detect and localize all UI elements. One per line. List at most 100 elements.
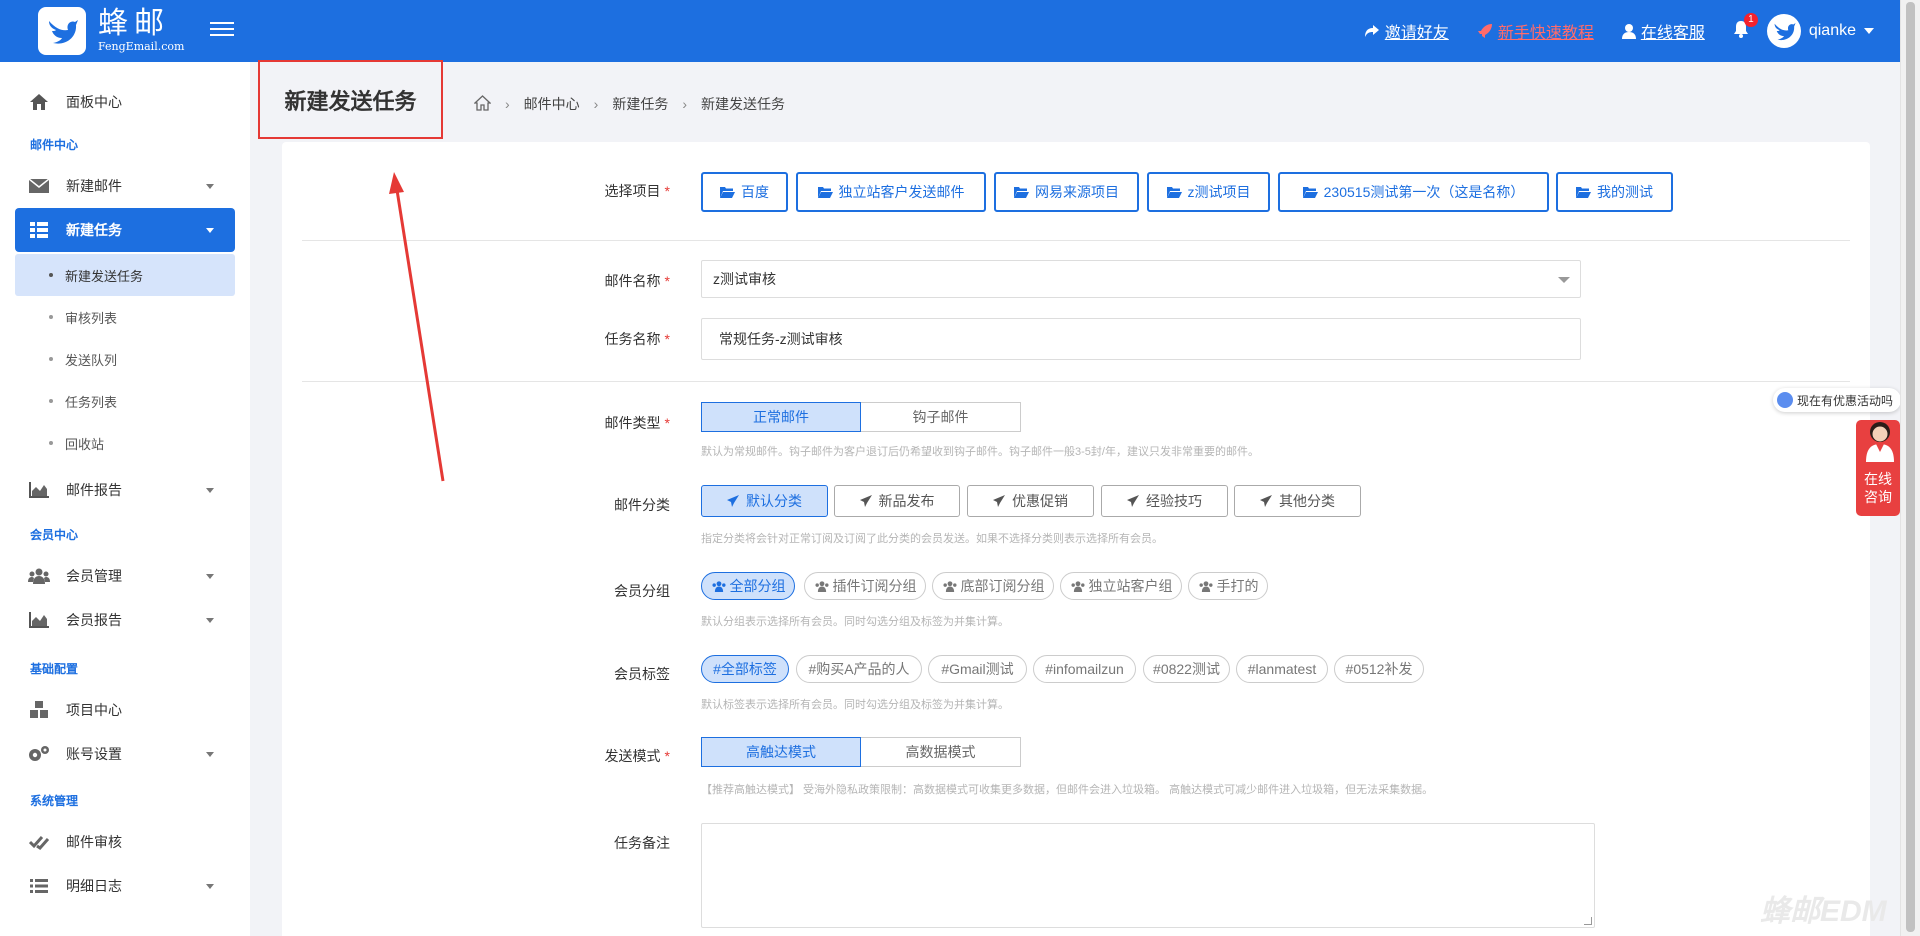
list-icon — [28, 877, 50, 895]
task-note-textarea[interactable] — [701, 823, 1595, 928]
send-mode-high-reach-option[interactable]: 高触达模式 — [701, 737, 861, 767]
users-icon — [1070, 580, 1085, 592]
folder-open-icon — [720, 187, 735, 198]
sidebar-item-mail-report[interactable]: 邮件报告 — [0, 468, 250, 512]
logo-chinese-name: 蜂邮 — [98, 7, 170, 40]
area-chart-icon — [28, 481, 50, 499]
sidebar-item-label: 邮件审核 — [66, 834, 122, 850]
table-list-icon — [28, 221, 50, 239]
paper-plane-icon — [727, 495, 739, 507]
chevron-down-icon — [206, 574, 214, 579]
sidebar-item-member-manage[interactable]: 会员管理 — [0, 554, 250, 598]
folder-open-icon — [1302, 187, 1318, 198]
sidebar-subitem-review-list[interactable]: 审核列表 — [0, 296, 250, 338]
sidebar-item-new-task[interactable]: 新建任务 — [15, 208, 235, 252]
group-all-pill[interactable]: 全部分组 — [701, 572, 795, 600]
category-other-button[interactable]: 其他分类 — [1234, 485, 1361, 517]
promo-bubble[interactable]: 现在有优惠活动吗 — [1773, 388, 1902, 412]
project-option-button[interactable]: 独立站客户发送邮件 — [796, 172, 986, 212]
sidebar-item-label: 新建任务 — [66, 222, 122, 238]
sidebar-item-project-center[interactable]: 项目中心 — [0, 688, 250, 732]
sidebar-subitem-new-send-task[interactable]: 新建发送任务 — [15, 254, 235, 296]
group-plugin-pill[interactable]: 插件订阅分组 — [804, 572, 926, 600]
breadcrumb-item: 新建发送任务 — [701, 96, 786, 112]
task-name-label: 任务名称 * — [604, 331, 670, 347]
member-group-label: 会员分组 — [614, 583, 670, 599]
sidebar-subitem-task-list[interactable]: 任务列表 — [0, 380, 250, 422]
tag-pill[interactable]: #infomailzun — [1033, 655, 1136, 683]
tutorial-link[interactable]: 新手快速教程 — [1477, 19, 1594, 43]
category-default-button[interactable]: 默认分类 — [701, 485, 828, 517]
invite-friends-link[interactable]: 邀请好友 — [1364, 19, 1449, 43]
online-support-link[interactable]: 在线客服 — [1621, 19, 1705, 43]
mail-type-hint: 默认为常规邮件。钩子邮件为客户退订后仍希望收到钩子邮件。钩子邮件一般3-5封/年… — [701, 446, 1259, 458]
hamburger-menu-icon[interactable] — [210, 18, 234, 42]
sidebar-section-mail-center: 邮件中心 — [30, 138, 79, 152]
project-option-button[interactable]: 网易来源项目 — [994, 172, 1139, 212]
sidebar-item-label: 邮件报告 — [66, 482, 122, 498]
send-mode-label: 发送模式 * — [604, 748, 670, 764]
chevron-right-icon: › — [593, 96, 599, 112]
chat-icon — [1777, 392, 1793, 408]
double-check-icon — [28, 833, 50, 851]
mail-type-normal-option[interactable]: 正常邮件 — [701, 402, 861, 432]
project-option-button[interactable]: 我的测试 — [1556, 172, 1673, 212]
mail-name-label: 邮件名称 * — [604, 273, 670, 289]
category-tips-button[interactable]: 经验技巧 — [1101, 485, 1228, 517]
sidebar-subitem-recycle-bin[interactable]: 回收站 — [0, 422, 250, 464]
scrollbar-thumb[interactable] — [1906, 2, 1915, 932]
user-avatar — [1766, 14, 1801, 48]
paper-plane-icon — [1127, 495, 1139, 507]
tag-pill[interactable]: #lanmatest — [1236, 655, 1328, 683]
folder-open-icon — [1014, 187, 1029, 198]
sidebar-section-system-admin: 系统管理 — [30, 794, 79, 808]
breadcrumb-item[interactable]: 新建任务 — [612, 94, 668, 114]
notification-bell-icon[interactable]: 1 — [1733, 12, 1758, 43]
sidebar-item-mail-review[interactable]: 邮件审核 — [0, 820, 250, 864]
chevron-down-icon — [206, 752, 214, 757]
page-scrollbar[interactable] — [1900, 0, 1920, 936]
task-name-input[interactable]: 常规任务-z测试审核 — [701, 318, 1581, 360]
tag-pill[interactable]: #Gmail测试 — [928, 655, 1027, 683]
user-menu[interactable]: qianke — [1766, 14, 1874, 48]
mail-type-hook-option[interactable]: 钩子邮件 — [861, 402, 1021, 432]
brand-logo[interactable]: 蜂邮 FengEmail.com — [38, 7, 184, 55]
category-new-product-button[interactable]: 新品发布 — [834, 485, 960, 517]
project-option-button[interactable]: 230515测试第一次（这是名称） — [1278, 172, 1549, 212]
users-icon — [942, 580, 957, 592]
sidebar: 面板中心 邮件中心 新建邮件 新建任务 新建发送任务 审核列表 发送队列 任务列… — [0, 62, 250, 936]
chevron-down-icon — [206, 618, 214, 623]
tag-pill[interactable]: #购买A产品的人 — [796, 655, 922, 683]
sidebar-subitem-send-queue[interactable]: 发送队列 — [0, 338, 250, 380]
project-option-button[interactable]: 百度 — [701, 172, 788, 212]
group-site-customer-pill[interactable]: 独立站客户组 — [1060, 572, 1182, 600]
group-footer-pill[interactable]: 底部订阅分组 — [932, 572, 1054, 600]
sidebar-item-new-email[interactable]: 新建邮件 — [0, 164, 250, 208]
group-manual-pill[interactable]: 手打的 — [1188, 572, 1268, 600]
tag-all-pill[interactable]: #全部标签 — [701, 655, 789, 683]
sidebar-item-detail-log[interactable]: 明细日志 — [0, 864, 250, 908]
tag-pill[interactable]: #0822测试 — [1143, 655, 1230, 683]
paper-plane-icon — [1260, 495, 1272, 507]
breadcrumb-item[interactable]: 邮件中心 — [524, 94, 580, 114]
category-promotion-button[interactable]: 优惠促销 — [967, 485, 1094, 517]
rocket-icon — [1477, 24, 1492, 38]
send-mode-high-data-option[interactable]: 高数据模式 — [861, 737, 1021, 767]
sidebar-item-dashboard[interactable]: 面板中心 — [0, 80, 250, 124]
sidebar-item-label: 账号设置 — [66, 746, 122, 762]
resize-handle-icon[interactable] — [1584, 917, 1592, 925]
send-mode-toggle: 高触达模式 高数据模式 — [701, 737, 1021, 767]
username: qianke — [1808, 22, 1856, 39]
project-option-button[interactable]: z测试项目 — [1147, 172, 1270, 212]
mail-name-select[interactable]: z测试审核 — [701, 260, 1581, 298]
area-chart-icon — [28, 611, 50, 629]
home-icon[interactable] — [473, 94, 492, 114]
online-consult-button[interactable]: 在线 咨询 — [1856, 420, 1900, 516]
share-icon — [1364, 25, 1379, 37]
chevron-down-icon — [206, 488, 214, 493]
users-icon — [711, 580, 726, 592]
sidebar-item-member-report[interactable]: 会员报告 — [0, 598, 250, 642]
sidebar-item-account-settings[interactable]: 账号设置 — [0, 732, 250, 776]
tag-pill[interactable]: #0512补发 — [1334, 655, 1424, 683]
users-icon — [28, 567, 50, 585]
